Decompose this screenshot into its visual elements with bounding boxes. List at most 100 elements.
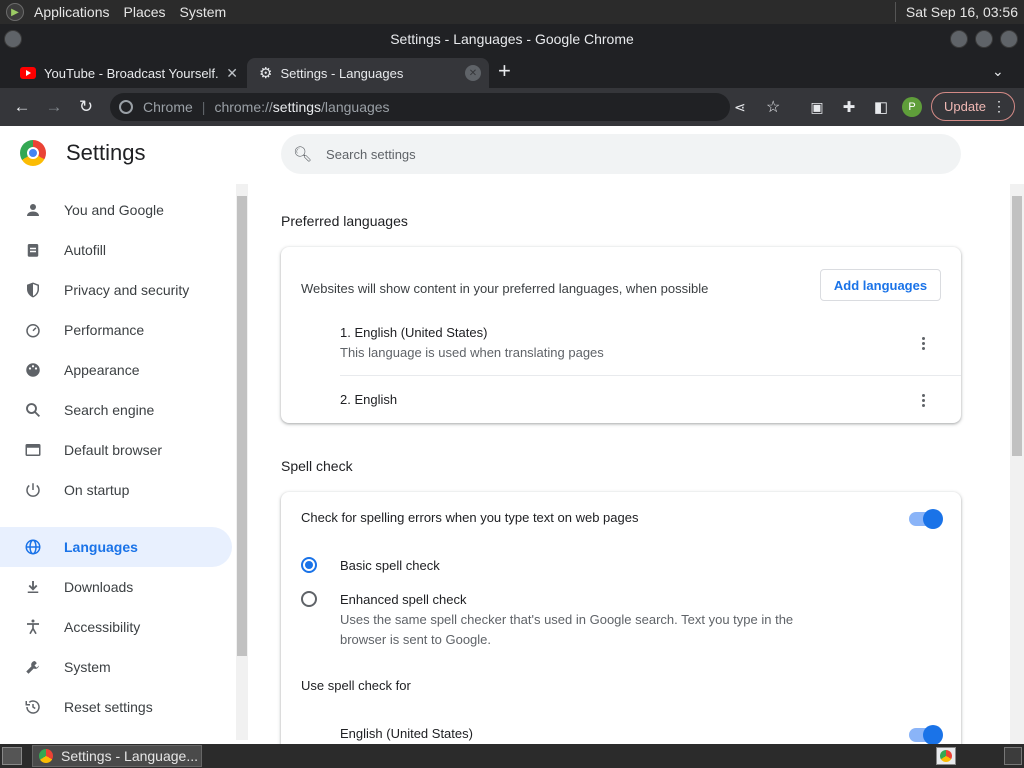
url-host: settings (272, 99, 322, 115)
workspace-switcher[interactable] (936, 747, 956, 765)
clock[interactable]: Sat Sep 16, 03:56 (906, 4, 1018, 20)
kebab-menu-icon[interactable]: ⋮ (992, 98, 1006, 115)
page-title: Settings (66, 140, 146, 165)
close-tab-icon[interactable]: ✕ (226, 65, 238, 82)
tab-youtube[interactable]: YouTube - Broadcast Yourself. ✕ (10, 58, 246, 88)
browser-toolbar: ← → ↻ Chrome | chrome://settings/languag… (0, 88, 1024, 126)
sidebar-item-label: Search engine (64, 402, 155, 418)
taskbar-window-chrome[interactable]: Settings - Language... (32, 745, 202, 767)
language-item-name: 1. English (United States) (340, 325, 488, 340)
basic-spell-check-radio[interactable] (301, 557, 317, 573)
preferred-languages-heading: Preferred languages (281, 213, 408, 229)
language-more-actions-icon[interactable] (913, 333, 933, 353)
profile-avatar[interactable]: P (902, 97, 922, 117)
minimize-button[interactable] (950, 30, 968, 48)
sidebar-item-label: Languages (64, 539, 138, 555)
main-scrollbar[interactable] (1010, 184, 1024, 744)
main-scrollbar-thumb[interactable] (1012, 196, 1022, 456)
sidebar-item-system[interactable]: System (0, 647, 232, 687)
spell-check-card: Check for spelling errors when you type … (281, 492, 961, 752)
sidebar-item-label: Appearance (64, 362, 140, 378)
sidebar-scrollbar-thumb[interactable] (237, 196, 247, 656)
show-desktop-icon[interactable] (2, 747, 22, 765)
taskbar-window-label: Settings - Language... (61, 748, 198, 764)
system-menu[interactable]: System (180, 4, 227, 20)
sidebar-item-label: Downloads (64, 579, 134, 595)
sidebar-item-downloads[interactable]: Downloads (0, 567, 232, 607)
chrome-logo-icon (20, 140, 46, 166)
sidebar-item-label: You and Google (64, 202, 164, 218)
spell-check-language-toggle[interactable] (909, 725, 943, 745)
tab-search-chevron-icon[interactable]: ⌄ (992, 63, 1004, 80)
sidebar-item-on-startup[interactable]: On startup (0, 470, 232, 510)
tab-title: Settings - Languages (280, 65, 404, 81)
site-label: Chrome (143, 99, 193, 115)
add-languages-button[interactable]: Add languages (820, 269, 941, 301)
applications-menu[interactable]: Applications (34, 4, 110, 20)
reading-mode-icon[interactable]: ▣ (803, 93, 831, 121)
close-tab-icon[interactable]: ✕ (465, 65, 481, 81)
close-window-button[interactable] (1000, 30, 1018, 48)
side-panel-icon[interactable]: ◧ (867, 93, 895, 121)
sidebar-item-appearance[interactable]: Appearance (0, 350, 232, 390)
clipboard-icon (23, 240, 43, 260)
new-tab-button[interactable]: + (498, 58, 511, 84)
enhanced-spell-check-label[interactable]: Enhanced spell check (340, 592, 466, 607)
sidebar-item-languages[interactable]: Languages (0, 527, 232, 567)
search-settings-input[interactable]: 🔍︎ Search settings (281, 134, 961, 174)
update-button[interactable]: Update ⋮ (931, 92, 1015, 121)
search-icon: 🔍︎ (293, 146, 313, 163)
gnome-logo-icon[interactable]: ▶ (6, 3, 24, 21)
sidebar-item-search-engine[interactable]: Search engine (0, 390, 232, 430)
sidebar-item-autofill[interactable]: Autofill (0, 230, 232, 270)
window-menu-button[interactable] (4, 30, 22, 48)
back-button[interactable]: ← (8, 93, 36, 121)
language-more-actions-icon[interactable] (913, 390, 933, 410)
basic-spell-check-label[interactable]: Basic spell check (340, 558, 440, 573)
language-item-name: 2. English (340, 392, 398, 407)
omnibox-divider: | (201, 99, 206, 115)
chrome-icon (940, 750, 952, 762)
sidebar-item-label: Performance (64, 322, 145, 338)
sidebar-item-you-and-google[interactable]: You and Google (0, 190, 232, 230)
sidebar-item-label: Privacy and security (64, 282, 190, 298)
trash-icon[interactable] (1004, 747, 1022, 765)
wrench-icon (23, 657, 43, 677)
sidebar-item-default-browser[interactable]: Default browser (0, 430, 232, 470)
window-title-bar[interactable]: Settings - Languages - Google Chrome (0, 24, 1024, 54)
settings-page: Settings 🔍︎ Search settings You and Goog… (0, 126, 1024, 752)
bookmark-star-icon[interactable]: ☆ (766, 97, 780, 117)
maximize-button[interactable] (975, 30, 993, 48)
reload-button[interactable]: ↻ (72, 93, 100, 121)
use-spell-check-for-label: Use spell check for (301, 678, 411, 693)
sidebar-item-label: Accessibility (64, 619, 141, 635)
sidebar-item-performance[interactable]: Performance (0, 310, 232, 350)
browser-icon (23, 440, 43, 460)
sidebar-item-label: Reset settings (64, 699, 153, 715)
tab-settings-languages[interactable]: ⚙ Settings - Languages ✕ (247, 58, 489, 88)
sidebar-item-label: Autofill (64, 242, 107, 258)
extensions-puzzle-icon[interactable]: ✚ (835, 93, 863, 121)
sidebar-item-accessibility[interactable]: Accessibility (0, 607, 232, 647)
sidebar-item-privacy[interactable]: Privacy and security (0, 270, 232, 310)
update-label: Update (944, 99, 986, 114)
chrome-icon (39, 749, 53, 763)
address-bar[interactable]: Chrome | chrome://settings/languages ⋖ ☆ (110, 93, 780, 121)
places-menu[interactable]: Places (124, 4, 166, 20)
spell-check-toggle[interactable] (909, 509, 943, 529)
sidebar-scrollbar[interactable] (236, 184, 248, 740)
shield-icon (23, 280, 43, 300)
divider (340, 375, 961, 376)
toggle-knob (923, 509, 943, 529)
sidebar-item-reset-settings[interactable]: Reset settings (0, 687, 232, 727)
enhanced-spell-check-description: Uses the same spell checker that's used … (340, 612, 794, 627)
history-icon (23, 697, 43, 717)
palette-icon (23, 360, 43, 380)
bottom-taskbar: Settings - Language... (0, 744, 1024, 768)
enhanced-spell-check-radio[interactable] (301, 591, 317, 607)
share-icon[interactable]: ⋖ (734, 99, 746, 116)
forward-button[interactable]: → (40, 93, 68, 121)
window-title: Settings - Languages - Google Chrome (390, 31, 634, 47)
youtube-icon (20, 67, 36, 79)
person-icon (23, 200, 43, 220)
